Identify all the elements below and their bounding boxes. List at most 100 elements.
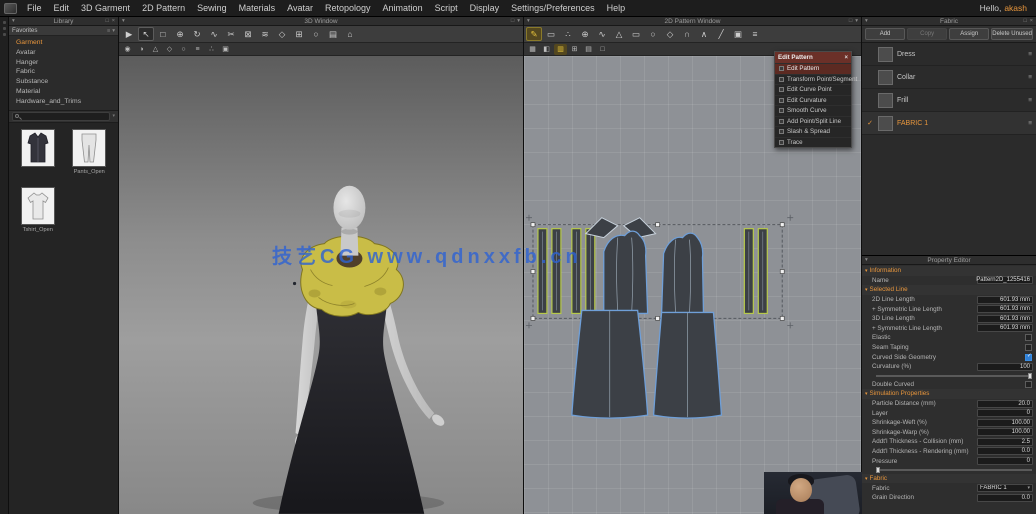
- menu-item[interactable]: Edit: [48, 0, 76, 16]
- float-panel-icon[interactable]: □: [511, 18, 514, 24]
- property-value-field[interactable]: 601.93 mm: [977, 314, 1033, 323]
- measure-tape-icon[interactable]: ∴: [205, 44, 218, 55]
- fabric-settings-icon[interactable]: ≡: [1028, 97, 1032, 104]
- delete-unused-button[interactable]: Delete Unused: [991, 28, 1033, 40]
- show-hair-icon[interactable]: ◑: [135, 44, 148, 55]
- notch-tool-icon[interactable]: ∧: [696, 27, 712, 41]
- property-value-field[interactable]: 100.00: [977, 418, 1033, 427]
- show-grainline-icon[interactable]: ▥: [554, 43, 567, 55]
- library-tree-item[interactable]: Hardware_and_Trims: [16, 97, 118, 107]
- menu-item[interactable]: Display: [464, 0, 506, 16]
- menu-item[interactable]: Retopology: [319, 0, 377, 16]
- steam-icon[interactable]: ≋: [257, 27, 273, 41]
- add-button[interactable]: Add: [865, 28, 906, 40]
- grain-direction-field[interactable]: 0.0: [977, 493, 1033, 502]
- context-menu-item[interactable]: Edit Pattern: [775, 63, 851, 74]
- show-accessory-icon[interactable]: ◇: [163, 44, 176, 55]
- library-tree-item[interactable]: Material: [16, 87, 118, 97]
- chevron-down-icon[interactable]: ▾: [865, 257, 868, 263]
- property-value-field[interactable]: 0: [977, 409, 1033, 418]
- menu-item[interactable]: Materials: [233, 0, 282, 16]
- edit-point-icon[interactable]: ∴: [560, 27, 576, 41]
- assign-button[interactable]: Assign: [949, 28, 990, 40]
- close-icon[interactable]: ×: [112, 18, 115, 24]
- pattern-piece-skirt-right[interactable]: [652, 311, 723, 419]
- avatar-pose-icon[interactable]: ○: [177, 44, 190, 55]
- menu-item[interactable]: Script: [429, 0, 464, 16]
- pressure-value-field[interactable]: 0: [977, 457, 1033, 466]
- library-tree-item[interactable]: Garment: [16, 38, 118, 48]
- reset-view-icon[interactable]: ⌂: [342, 27, 358, 41]
- search-input[interactable]: [12, 111, 111, 121]
- library-tree-item[interactable]: Fabric: [16, 67, 118, 77]
- slider-handle[interactable]: [876, 466, 880, 473]
- transform-pattern-icon[interactable]: ▭: [543, 27, 559, 41]
- curvature-slider[interactable]: [876, 372, 1032, 379]
- property-value-field[interactable]: 2.5: [977, 437, 1033, 446]
- circle-tool-icon[interactable]: ○: [645, 27, 661, 41]
- menu-item[interactable]: 3D Garment: [75, 0, 136, 16]
- cut-and-sew-icon[interactable]: ✂: [223, 27, 239, 41]
- property-value-field[interactable]: 601.93 mm: [977, 295, 1033, 304]
- fabric-row-dress[interactable]: Dress ≡: [862, 43, 1036, 66]
- grid-snap-icon[interactable]: ⊞: [291, 27, 307, 41]
- avatar-size-icon[interactable]: ≡: [191, 44, 204, 55]
- chevron-down-icon[interactable]: ▾: [112, 113, 115, 119]
- dart-tool-icon[interactable]: ◇: [662, 27, 678, 41]
- seam-taping-checkbox[interactable]: [1025, 344, 1032, 352]
- chevron-down-icon[interactable]: ▾: [527, 18, 530, 24]
- internal-line-icon[interactable]: ╱: [713, 27, 729, 41]
- float-panel-icon[interactable]: □: [105, 18, 108, 24]
- float-panel-icon[interactable]: □: [849, 18, 852, 24]
- menu-item[interactable]: 2D Pattern: [136, 0, 191, 16]
- context-menu-item[interactable]: Smooth Curve: [775, 105, 851, 116]
- rotate-view-icon[interactable]: ↻: [189, 27, 205, 41]
- account-greeting[interactable]: Hello, akash: [980, 3, 1036, 13]
- fabric-settings-icon[interactable]: ≡: [1028, 51, 1032, 58]
- pattern-piece-bodice-front[interactable]: [603, 230, 649, 315]
- information-section-header[interactable]: Information: [862, 266, 1036, 276]
- context-menu-item[interactable]: Add Point/Split Line: [775, 115, 851, 127]
- show-shoes-icon[interactable]: △: [149, 44, 162, 55]
- fold-arrangement-icon[interactable]: ⊠: [240, 27, 256, 41]
- menu-item[interactable]: Settings/Preferences: [505, 0, 601, 16]
- show-seamline-icon[interactable]: ◧: [540, 44, 553, 55]
- slider-handle[interactable]: [1028, 372, 1032, 379]
- chevron-down-icon[interactable]: ▾: [122, 18, 125, 24]
- curved-side-checkbox[interactable]: [1025, 353, 1032, 361]
- simulation-section-header[interactable]: Simulation Properties: [862, 389, 1036, 399]
- selection-point[interactable]: [292, 281, 297, 286]
- fabric-settings-icon[interactable]: ≡: [1028, 74, 1032, 81]
- dart-icon[interactable]: ◇: [274, 27, 290, 41]
- selected-line-section-header[interactable]: Selected Line: [862, 285, 1036, 295]
- pressure-slider[interactable]: [876, 466, 1032, 473]
- rectangle-tool-icon[interactable]: ▭: [628, 27, 644, 41]
- free-sewing-icon[interactable]: ∿: [206, 27, 222, 41]
- menu-item[interactable]: Help: [601, 0, 632, 16]
- library-tree-item[interactable]: Hanger: [16, 58, 118, 68]
- show-baseline-icon[interactable]: ⊞: [568, 44, 581, 55]
- show-avatar-icon[interactable]: ◉: [121, 44, 134, 55]
- menu-item[interactable]: Sewing: [191, 0, 233, 16]
- edit-pattern-icon[interactable]: ✎: [526, 27, 542, 41]
- context-menu-item[interactable]: Trace: [775, 136, 851, 148]
- edit-curvature-icon[interactable]: ∿: [594, 27, 610, 41]
- fabric-dropdown[interactable]: FABRIC 1 ▾: [977, 484, 1033, 493]
- copy-button[interactable]: Copy: [907, 28, 948, 40]
- chevron-down-icon[interactable]: ▾: [865, 18, 868, 24]
- library-tree-item[interactable]: Substance: [16, 77, 118, 87]
- select-mesh-icon[interactable]: □: [155, 27, 171, 41]
- property-value-field[interactable]: 20.0: [977, 399, 1033, 408]
- arrangement-point-icon[interactable]: ○: [308, 27, 324, 41]
- pattern-piece-skirt-left[interactable]: [571, 309, 649, 419]
- grading-icon[interactable]: ≡: [747, 27, 763, 41]
- simulate-icon[interactable]: ▶: [121, 27, 137, 41]
- show-annotation-icon[interactable]: ▤: [582, 44, 595, 55]
- library-tree-item[interactable]: Avatar: [16, 48, 118, 58]
- select-move-icon[interactable]: ↖: [138, 27, 154, 41]
- elastic-checkbox[interactable]: [1025, 334, 1032, 342]
- menu-item[interactable]: Avatar: [281, 0, 319, 16]
- pattern-piece-bodice-back[interactable]: [660, 232, 705, 315]
- chevron-down-icon[interactable]: ▾: [517, 18, 520, 24]
- curvature-value-field[interactable]: 100: [977, 362, 1033, 371]
